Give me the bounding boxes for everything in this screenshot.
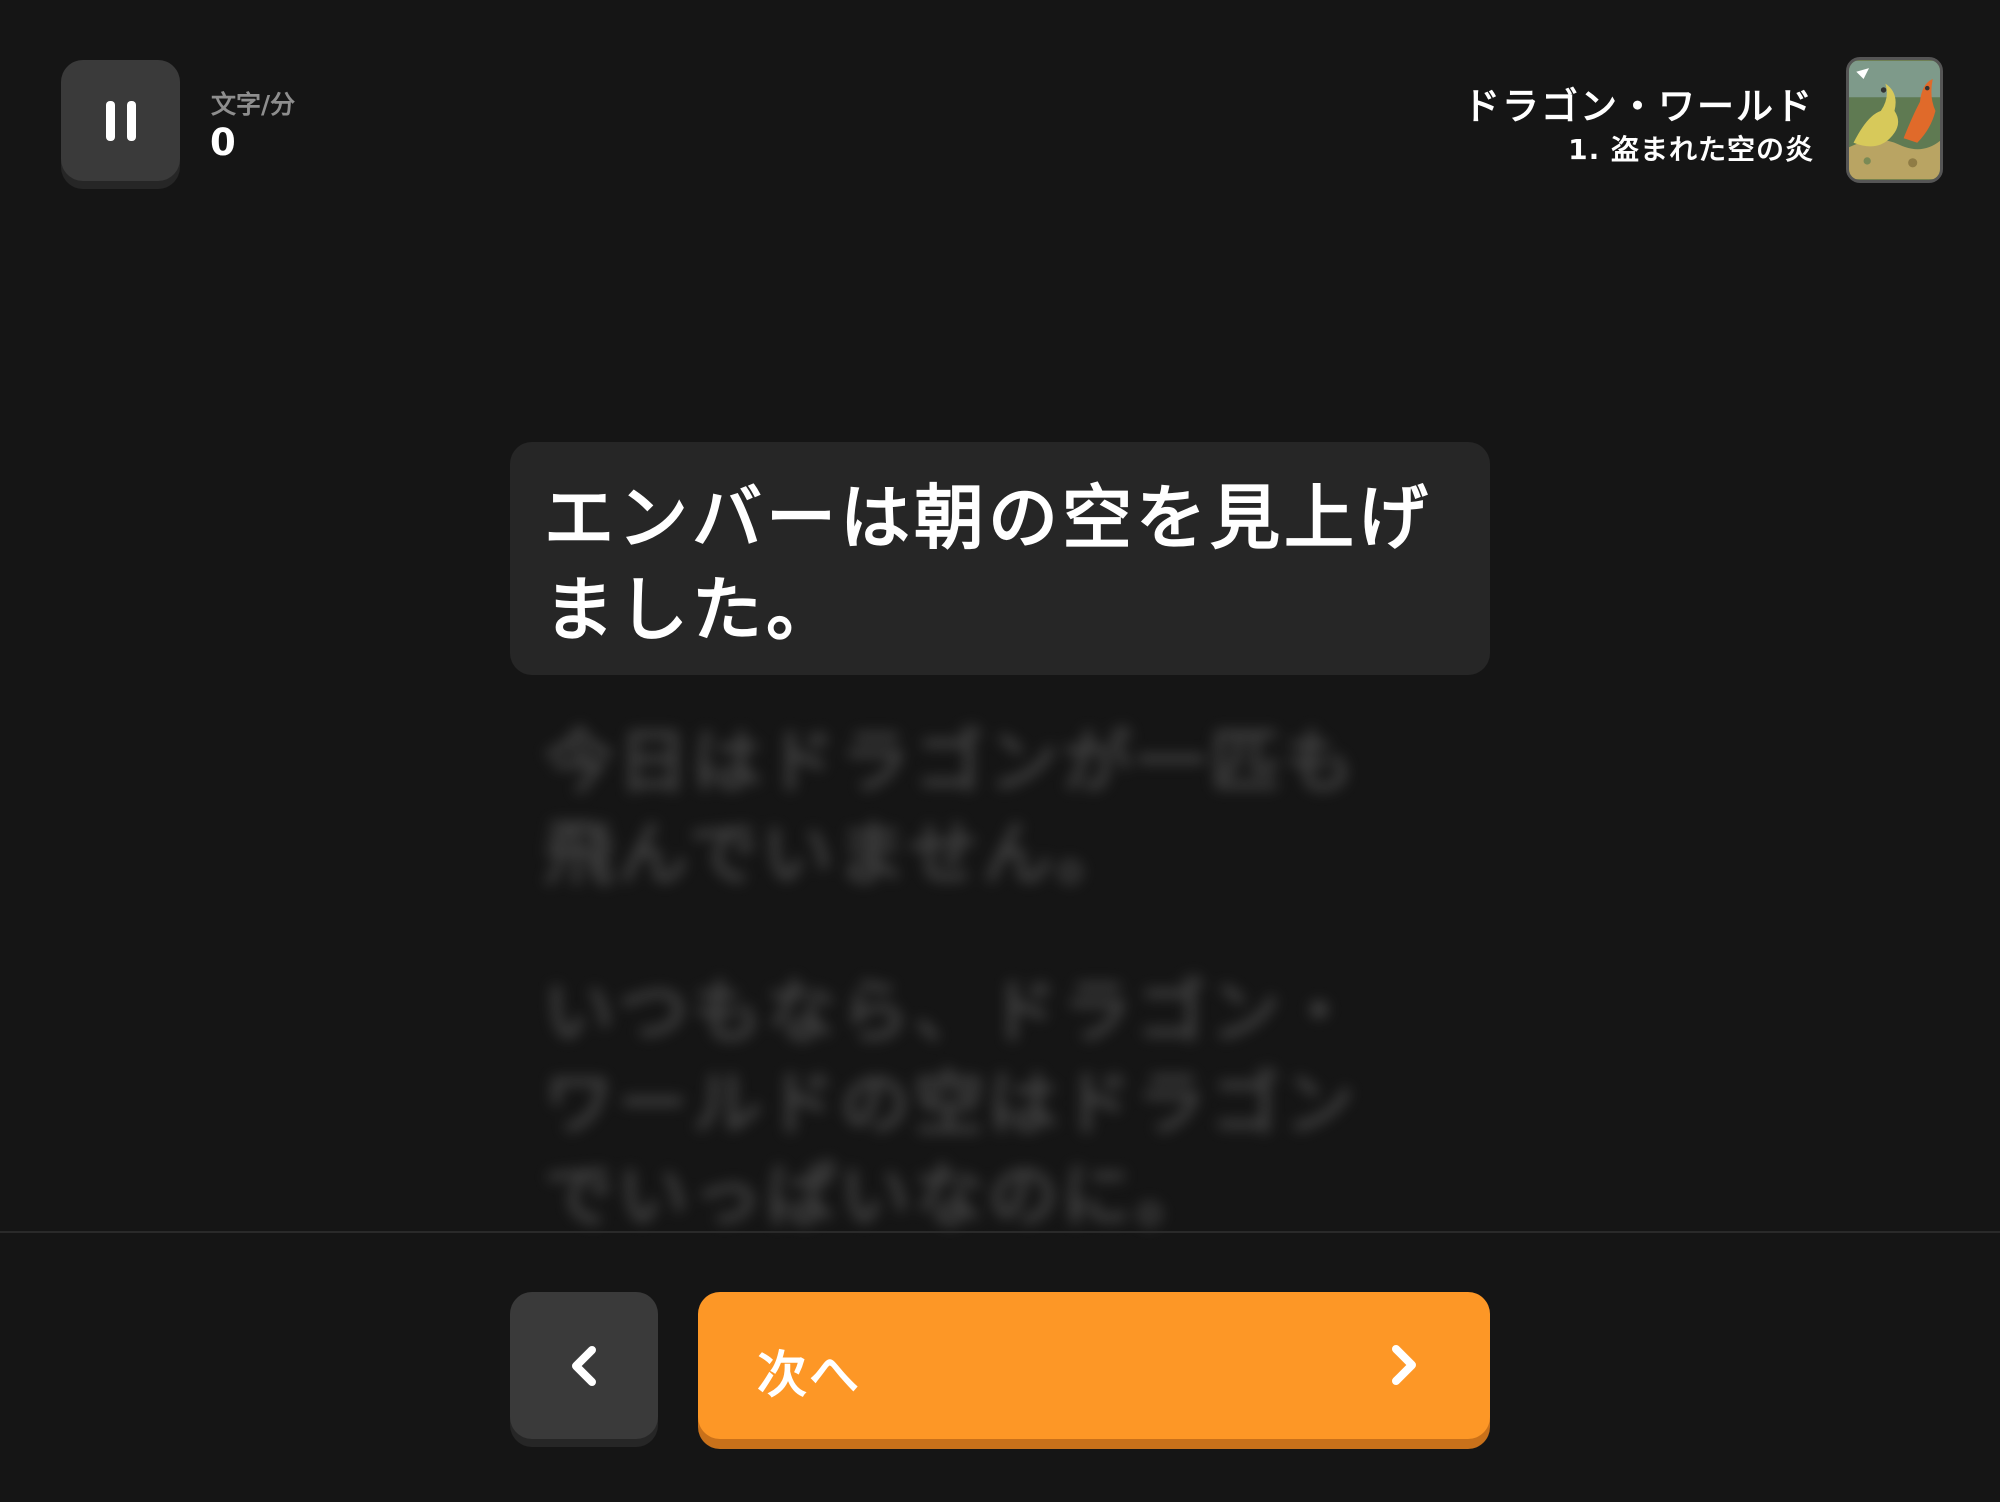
wpm-value: 0 <box>210 121 236 164</box>
wpm-label: 文字/分 <box>211 90 296 119</box>
divider <box>0 1231 2000 1233</box>
upcoming-sentence: 今日はドラゴンが一匹も飛んでいません。 <box>544 721 1358 895</box>
previous-button[interactable] <box>510 1292 658 1439</box>
current-sentence: エンバーは朝の空を見上げました。 <box>544 477 1432 651</box>
book-cover[interactable] <box>1846 57 1943 183</box>
dragon-cover-image <box>1849 60 1940 180</box>
next-button[interactable]: 次へ <box>698 1292 1490 1439</box>
book-title: ドラゴン・ワールド <box>1463 85 1814 128</box>
chevron-right-icon <box>1392 1345 1416 1385</box>
pause-button[interactable] <box>61 60 180 181</box>
chapter-title: 1. 盗まれた空の炎 <box>1568 133 1814 166</box>
next-button-label: 次へ <box>757 1346 861 1404</box>
pause-icon <box>105 100 136 141</box>
current-sentence-card: エンバーは朝の空を見上げました。 <box>510 442 1490 675</box>
chevron-left-icon <box>572 1345 596 1386</box>
upcoming-sentence: いつもなら、ドラゴン・ワールドの空はドラゴンでいっぱいなのに。 <box>544 971 1358 1232</box>
